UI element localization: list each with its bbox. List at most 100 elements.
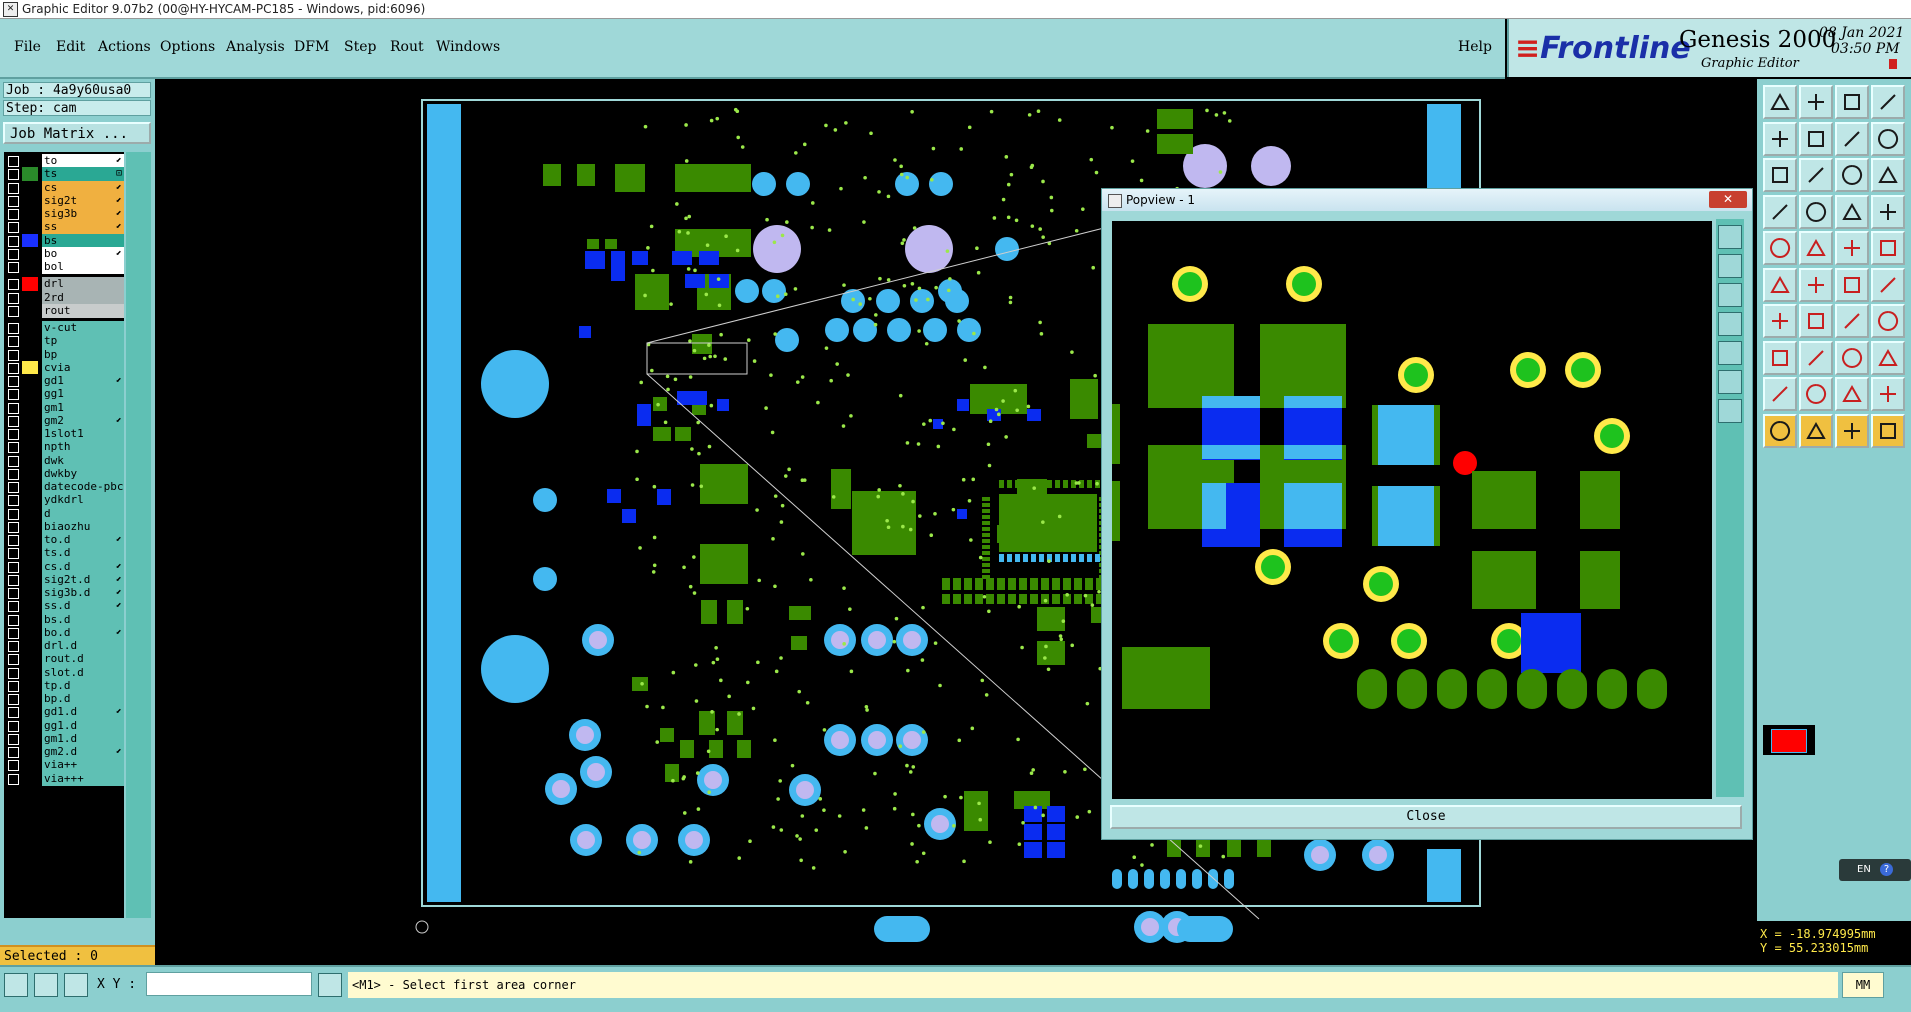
layer-row[interactable]: to ⬋ xyxy=(6,154,124,168)
add-pad-icon[interactable] xyxy=(1763,340,1797,375)
snap-grid-icon[interactable] xyxy=(1799,194,1833,229)
layer-row[interactable]: ss.d ⬋ xyxy=(6,599,124,614)
layer-color-swatch[interactable] xyxy=(22,718,38,733)
layer-checkbox[interactable] xyxy=(8,667,19,679)
layer-row[interactable]: via++ xyxy=(6,758,124,773)
layer-checkbox[interactable] xyxy=(8,336,19,348)
menu-dfm[interactable]: DFM xyxy=(294,39,329,55)
layer-color-swatch[interactable] xyxy=(22,480,38,494)
layer-name[interactable]: gm2 ⬋ xyxy=(42,413,124,428)
layer-color-swatch[interactable] xyxy=(22,678,38,693)
layer-color-swatch[interactable] xyxy=(22,154,38,168)
layer-color-swatch[interactable] xyxy=(22,758,38,773)
layer-name[interactable]: v-cut xyxy=(42,321,124,335)
layer-checkbox[interactable] xyxy=(8,429,19,440)
layer-checkbox[interactable] xyxy=(8,209,19,220)
grid-icon[interactable] xyxy=(64,973,88,997)
layer-name[interactable]: cs ⬋ xyxy=(42,180,124,195)
layer-row[interactable]: ts.d xyxy=(6,546,124,561)
layer-checkbox[interactable] xyxy=(8,442,19,454)
layer-checkbox[interactable] xyxy=(8,561,19,573)
menu-edit[interactable]: Edit xyxy=(56,39,85,55)
minus-icon[interactable] xyxy=(1799,340,1833,375)
layer-color-swatch[interactable] xyxy=(22,290,38,305)
layer-color-swatch[interactable] xyxy=(22,692,38,706)
layer-color-swatch[interactable] xyxy=(22,586,38,600)
cross-icon[interactable] xyxy=(1799,267,1833,302)
layer-color-swatch[interactable] xyxy=(22,193,38,208)
layer-row[interactable]: dwk xyxy=(6,453,124,468)
dot-icon[interactable] xyxy=(1871,231,1905,265)
layer-color-swatch[interactable] xyxy=(22,519,38,534)
layer-name[interactable]: via+++ xyxy=(42,771,124,786)
layer-name[interactable]: tp xyxy=(42,334,124,349)
layer-color-swatch[interactable] xyxy=(22,207,38,221)
layer-row[interactable]: gm1.d xyxy=(6,731,124,746)
layer-checkbox[interactable] xyxy=(8,627,19,639)
layer-checkbox[interactable] xyxy=(8,521,19,533)
layer-checkbox[interactable] xyxy=(8,349,19,361)
settings-icon[interactable] xyxy=(1763,194,1797,229)
edit-icon[interactable] xyxy=(1871,413,1905,448)
layer-checkbox[interactable] xyxy=(8,455,19,467)
layer-color-swatch[interactable] xyxy=(22,167,38,182)
popview-close-icon[interactable]: ✕ xyxy=(1709,191,1747,208)
layer-name[interactable]: dwkby xyxy=(42,466,124,481)
menu-windows[interactable]: Windows xyxy=(436,39,500,55)
layer-name[interactable]: bs xyxy=(42,233,124,248)
job-matrix-button[interactable]: Job Matrix ... xyxy=(3,122,151,144)
layer-checkbox[interactable] xyxy=(8,402,19,414)
home-icon[interactable] xyxy=(1718,399,1742,423)
grid-toggle-icon[interactable] xyxy=(1871,85,1905,119)
layer-name[interactable]: sig3b.d ⬋ xyxy=(42,586,124,600)
slash-icon[interactable] xyxy=(1799,304,1833,338)
layer-color-swatch[interactable] xyxy=(22,374,38,388)
layer-name[interactable]: biaozhu xyxy=(42,519,124,534)
layer-color-swatch[interactable] xyxy=(22,625,38,640)
layer-color-swatch[interactable] xyxy=(22,233,38,248)
layer-checkbox[interactable] xyxy=(8,279,19,291)
layer-name[interactable]: d xyxy=(42,506,124,521)
layer-row[interactable]: cvia xyxy=(6,360,124,375)
menu-step[interactable]: Step xyxy=(344,39,376,55)
layer-name[interactable]: sig2t.d ⬋ xyxy=(42,572,124,587)
layer-name[interactable]: gm1.d xyxy=(42,731,124,746)
layer-row[interactable]: drl xyxy=(6,277,124,292)
layer-name[interactable]: cs.d ⬋ xyxy=(42,559,124,574)
layer-row[interactable]: gm2.d ⬋ xyxy=(6,745,124,759)
scale-1-2-icon[interactable] xyxy=(1835,158,1869,192)
layer-name[interactable]: bp.d xyxy=(42,692,124,706)
zoom-out-icon[interactable] xyxy=(1718,283,1742,307)
layer-color-swatch[interactable] xyxy=(22,506,38,521)
layer-row[interactable]: ydkdrl xyxy=(6,493,124,508)
layer-row[interactable]: bp xyxy=(6,347,124,362)
layers-icon[interactable] xyxy=(1871,158,1905,192)
layer-color-swatch[interactable] xyxy=(22,546,38,561)
layer-row[interactable]: gg1.d xyxy=(6,718,124,733)
layer-checkbox[interactable] xyxy=(8,262,19,273)
next-icon[interactable] xyxy=(1799,121,1833,156)
layer-row[interactable]: cs.d ⬋ xyxy=(6,559,124,574)
layer-name[interactable]: to ⬋ xyxy=(42,154,124,168)
popview-canvas[interactable] xyxy=(1112,221,1712,799)
layer-color-swatch[interactable] xyxy=(22,705,38,720)
component-icon[interactable] xyxy=(1871,340,1905,375)
layer-name[interactable]: tp.d xyxy=(42,678,124,693)
layer-color-swatch[interactable] xyxy=(22,493,38,508)
layer-color-swatch[interactable] xyxy=(22,639,38,653)
layer-checkbox[interactable] xyxy=(8,720,19,732)
layer-color-swatch[interactable] xyxy=(22,559,38,574)
layer-list-scrollbar[interactable] xyxy=(126,152,151,918)
layer-row[interactable]: datecode-pbc xyxy=(6,480,124,494)
pointer-icon[interactable] xyxy=(1763,413,1797,448)
refresh-icon[interactable] xyxy=(1718,370,1742,394)
layer-name[interactable]: rout xyxy=(42,303,124,318)
menu-help[interactable]: Help xyxy=(1458,39,1492,55)
layer-checkbox[interactable] xyxy=(8,707,19,719)
prev-icon[interactable] xyxy=(1763,121,1797,156)
active-color-swatch[interactable] xyxy=(1771,729,1807,753)
layer-color-swatch[interactable] xyxy=(22,771,38,786)
layer-name[interactable]: bs.d xyxy=(42,612,124,627)
layer-checkbox[interactable] xyxy=(8,169,19,181)
layer-name[interactable]: ss.d ⬋ xyxy=(42,599,124,614)
